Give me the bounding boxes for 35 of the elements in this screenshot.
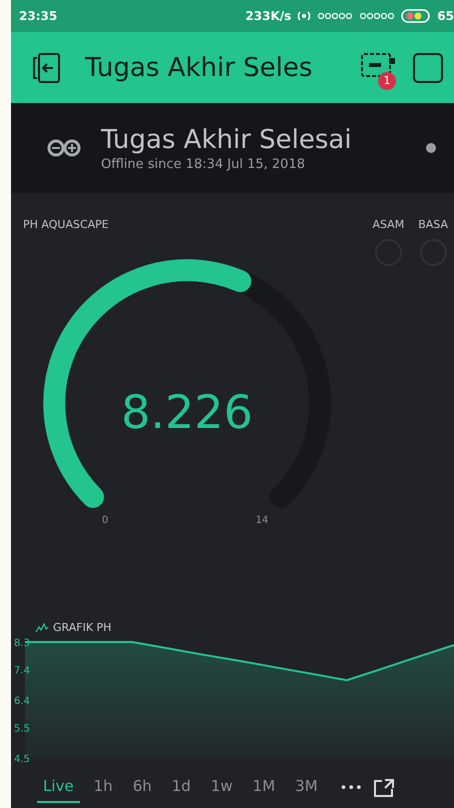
battery-icon bbox=[401, 9, 432, 23]
time-range-tab[interactable]: 1M bbox=[252, 773, 276, 803]
time-range-tab[interactable]: 1d bbox=[172, 773, 191, 803]
time-range-tab[interactable]: 3M bbox=[295, 773, 318, 803]
gauge-value: 8.226 bbox=[121, 385, 253, 439]
device-name: Tugas Akhir Selesai bbox=[101, 124, 353, 154]
time-range-tab[interactable]: 1h bbox=[94, 773, 113, 803]
battery-percent: 65 bbox=[437, 9, 454, 23]
y-tick: 6.4 bbox=[14, 696, 30, 707]
gauge-max: 14 bbox=[256, 515, 268, 526]
chart-title: GRAFIK PH bbox=[53, 621, 112, 634]
signal-icon bbox=[317, 11, 354, 21]
y-tick: 5.5 bbox=[14, 723, 30, 734]
time-range-tab[interactable]: Live bbox=[37, 773, 80, 803]
infinity-icon bbox=[47, 138, 81, 158]
led-label: ASAM bbox=[372, 218, 404, 231]
gauge-min: 0 bbox=[102, 515, 108, 526]
time-range-tab[interactable]: 6h bbox=[132, 773, 152, 803]
more-button[interactable]: ••• bbox=[340, 780, 363, 796]
y-tick: 4.5 bbox=[14, 754, 30, 764]
exit-icon[interactable] bbox=[31, 52, 61, 84]
network-speed: 233K/s bbox=[245, 9, 292, 23]
stop-icon[interactable] bbox=[412, 52, 444, 84]
device-status: Offline since 18:34 Jul 15, 2018 bbox=[101, 156, 306, 172]
signal-icon bbox=[359, 11, 396, 21]
time-range-tab[interactable]: 1w bbox=[210, 773, 233, 803]
project-title: Tugas Akhir Seles bbox=[85, 52, 314, 82]
expand-icon[interactable] bbox=[372, 778, 395, 798]
notification-badge: 1 bbox=[378, 72, 396, 90]
y-tick: 7.4 bbox=[14, 665, 30, 676]
led-label: BASA bbox=[418, 218, 448, 231]
gauge-label: PH AQUASCAPE bbox=[23, 218, 109, 231]
hotspot-icon bbox=[297, 10, 312, 22]
chart-icon bbox=[35, 622, 49, 632]
clock-text: 23:35 bbox=[19, 9, 58, 23]
